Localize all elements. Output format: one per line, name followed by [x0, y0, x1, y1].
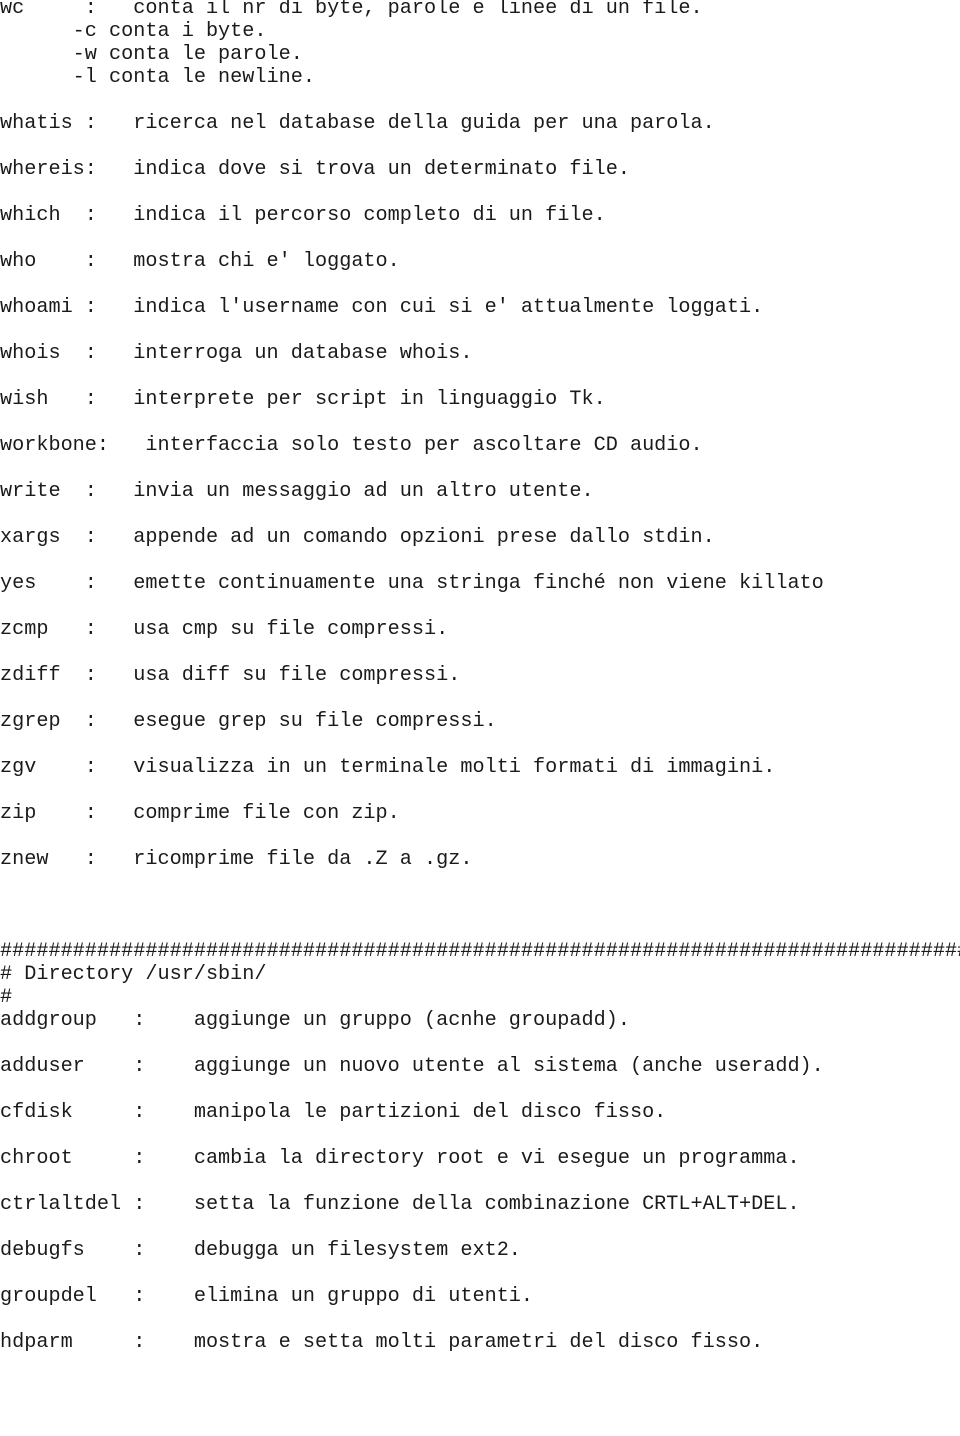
document-body: wc : conta il nr di byte, parole e linee… [0, 0, 960, 1354]
sbin-commands-listing: addgroup : aggiunge un gruppo (acnhe gro… [0, 1009, 824, 1354]
document-page: wc : conta il nr di byte, parole e linee… [0, 0, 960, 1436]
bin-commands-listing: wc : conta il nr di byte, parole e linee… [0, 0, 824, 871]
section-separator-header: ########################################… [0, 940, 960, 1009]
